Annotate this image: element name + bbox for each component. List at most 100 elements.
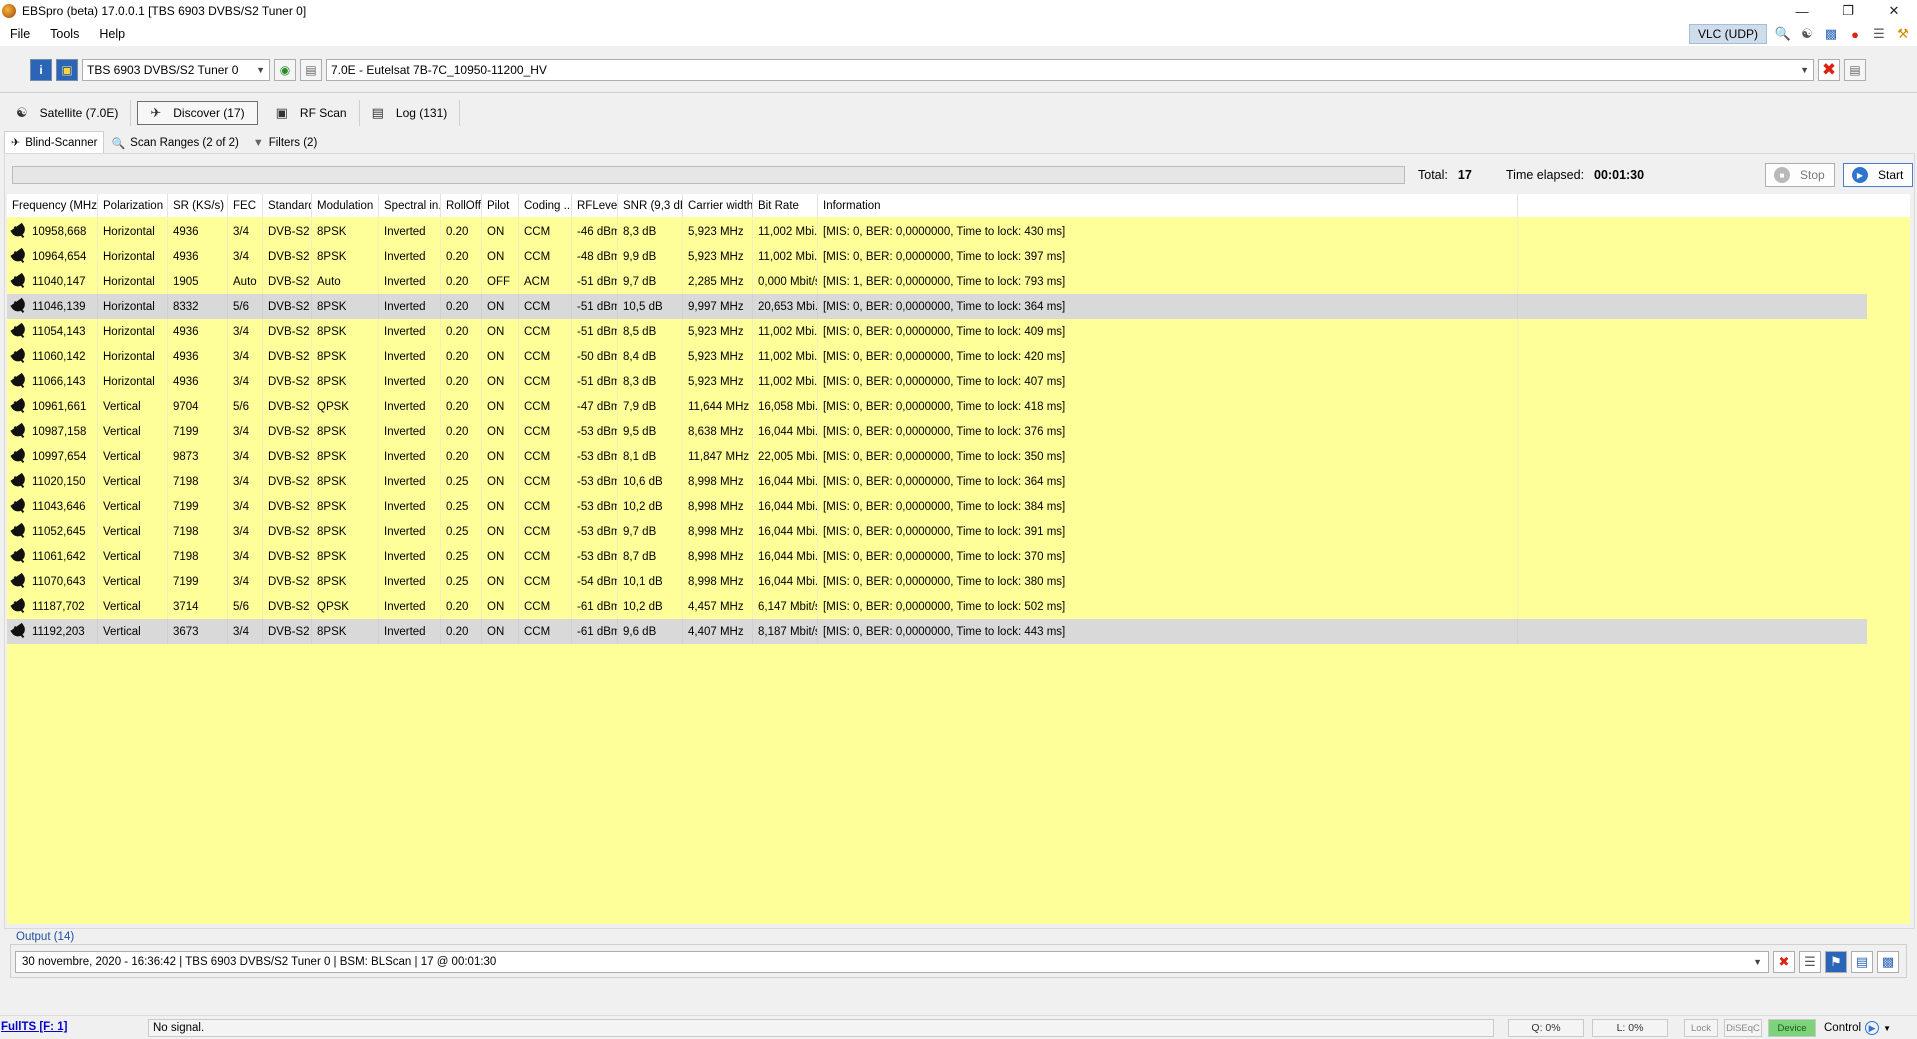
cell-pilot: ON (482, 469, 519, 494)
column-header-standard[interactable]: Standard (263, 194, 312, 217)
cell-fec: 3/4 (228, 244, 263, 269)
stop-button[interactable]: ■ Stop (1765, 163, 1835, 187)
export-icon[interactable]: ▩ (1877, 951, 1899, 973)
tuner-select[interactable]: TBS 6903 DVBS/S2 Tuner 0 ▼ (82, 59, 270, 81)
cell-information: [MIS: 0, BER: 0,0000000, Time to lock: 3… (818, 569, 1518, 594)
table-row[interactable]: 10961,661 Vertical 9704 5/6 DVB-S2 QPSK Invert… (7, 394, 1867, 419)
output-select[interactable]: 30 novembre, 2020 - 16:36:42 | TBS 6903 … (15, 951, 1769, 973)
table-row[interactable]: 11066,143 Horizontal 4936 3/4 DVB-S2 8PSK Inve… (7, 369, 1867, 394)
column-header-coding[interactable]: Coding ... (519, 194, 572, 217)
cell-snr: 9,9 dB (618, 244, 683, 269)
edit-icon[interactable]: ▤ (300, 59, 322, 81)
bar-chart-icon[interactable]: ▩ (1823, 26, 1839, 42)
table-row[interactable]: 11070,643 Vertical 7199 3/4 DVB-S2 8PSK Invert… (7, 569, 1867, 594)
table-row[interactable]: 11052,645 Vertical 7198 3/4 DVB-S2 8PSK Invert… (7, 519, 1867, 544)
cell-rf-level: -51 dBm (572, 269, 618, 294)
list-icon[interactable]: ☰ (1871, 26, 1887, 42)
cell-standard: DVB-S2 (263, 494, 312, 519)
record-icon[interactable]: ● (1847, 26, 1863, 42)
fullts-link[interactable]: FullTS [F: 1] (1, 1021, 67, 1033)
search-icon[interactable]: 🔍 (1775, 26, 1791, 42)
transponder-select[interactable]: 7.0E - Eutelsat 7B-7C_10950-11200_HV ▼ (326, 59, 1814, 81)
cell-pilot: ON (482, 494, 519, 519)
tab-satellite[interactable]: ☯ Satellite (7.0E) (4, 100, 132, 126)
vlc-udp-button[interactable]: VLC (UDP) (1688, 24, 1767, 44)
cell-frequency-value: 11046,139 (32, 300, 86, 313)
table-row[interactable]: 10997,654 Vertical 9873 3/4 DVB-S2 8PSK Invert… (7, 444, 1867, 469)
cell-pilot: ON (482, 344, 519, 369)
tab-filters[interactable]: ▼ Filters (2) (246, 133, 324, 153)
table-row[interactable]: 11020,150 Vertical 7198 3/4 DVB-S2 8PSK Invert… (7, 469, 1867, 494)
tab-scan-ranges[interactable]: 🔍 Scan Ranges (2 of 2) (104, 133, 245, 153)
table-row[interactable]: 11054,143 Horizontal 4936 3/4 DVB-S2 8PSK Inve… (7, 319, 1867, 344)
control-menu[interactable]: Control ▶ ▼ (1824, 1021, 1891, 1035)
satellite-icon[interactable]: ☯ (1799, 26, 1815, 42)
column-header-carrier-width[interactable]: Carrier width (683, 194, 753, 217)
save-icon[interactable]: ▤ (1851, 951, 1873, 973)
tab-rf-scan[interactable]: ▣ RF Scan (264, 100, 360, 126)
cell-frequency: 11070,643 (7, 569, 98, 594)
menu-tools[interactable]: Tools (40, 27, 89, 41)
cell-polarization: Horizontal (98, 244, 168, 269)
cell-spectral-inversion: Inverted (379, 244, 441, 269)
cell-symbol-rate: 7199 (168, 569, 228, 594)
save-icon[interactable]: ▤ (1844, 59, 1866, 81)
minimize-button[interactable]: — (1779, 0, 1825, 22)
column-header-snr[interactable]: SNR (9,3 dB) (618, 194, 683, 217)
column-header-symbol-rate[interactable]: SR (KS/s) (168, 194, 228, 217)
cell-fec: 3/4 (228, 494, 263, 519)
cell-rf-level: -50 dBm (572, 344, 618, 369)
close-window-button[interactable]: ✕ (1871, 0, 1917, 22)
tools-icon[interactable]: ⚒ (1895, 26, 1911, 42)
table-row[interactable]: 11040,147 Horizontal 1905 Auto DVB-S2 Auto Inv… (7, 269, 1867, 294)
lock-icon[interactable]: ▣ (56, 59, 78, 81)
tab-log[interactable]: ▤ Log (131) (360, 100, 461, 126)
cell-fec: 3/4 (228, 344, 263, 369)
table-row[interactable]: 11061,642 Vertical 7198 3/4 DVB-S2 8PSK Invert… (7, 544, 1867, 569)
table-row[interactable]: 10964,654 Horizontal 4936 3/4 DVB-S2 8PSK Inve… (7, 244, 1867, 269)
cell-information: [MIS: 1, BER: 0,0000000, Time to lock: 7… (818, 269, 1518, 294)
list-icon[interactable]: ☰ (1799, 951, 1821, 973)
column-header-modulation[interactable]: Modulation (312, 194, 379, 217)
add-transponder-icon[interactable]: ◉ (274, 59, 296, 81)
cell-snr: 8,7 dB (618, 544, 683, 569)
cell-information: [MIS: 0, BER: 0,0000000, Time to lock: 5… (818, 594, 1518, 619)
menu-help[interactable]: Help (89, 27, 135, 41)
column-header-polarization[interactable]: Polarization (98, 194, 168, 217)
column-header-rf-level[interactable]: RFLevel (572, 194, 618, 217)
column-header-spectral-inversion[interactable]: Spectral in... (379, 194, 441, 217)
table-row[interactable]: 11187,702 Vertical 3714 5/6 DVB-S2 QPSK Invert… (7, 594, 1867, 619)
tab-blind-scanner[interactable]: ✈ Blind-Scanner (4, 131, 105, 153)
chevron-down-icon: ▼ (1753, 957, 1762, 967)
cell-modulation: 8PSK (312, 319, 379, 344)
column-header-frequency[interactable]: Frequency (MHz) (7, 194, 98, 217)
tab-discover[interactable]: ✈ Discover (17) (137, 101, 258, 125)
flag-icon[interactable]: ⚑ (1825, 951, 1847, 973)
column-header-fec[interactable]: FEC (228, 194, 263, 217)
cell-carrier-width: 2,285 MHz (683, 269, 753, 294)
info-icon[interactable]: i (30, 59, 52, 81)
table-row[interactable]: 11060,142 Horizontal 4936 3/4 DVB-S2 8PSK Inve… (7, 344, 1867, 369)
table-row[interactable]: 10958,668 Horizontal 4936 3/4 DVB-S2 8PSK Inve… (7, 219, 1867, 244)
cell-coding: CCM (519, 594, 572, 619)
clear-icon[interactable]: ✖ (1818, 59, 1840, 81)
column-header-rolloff[interactable]: RollOff (441, 194, 482, 217)
menu-file[interactable]: File (0, 27, 40, 41)
table-row[interactable]: 11046,139 Horizontal 8332 5/6 DVB-S2 8PSK Inve… (7, 294, 1867, 319)
table-row[interactable]: 11192,203 Vertical 3673 3/4 DVB-S2 8PSK Invert… (7, 619, 1867, 644)
title-bar: EBSpro (beta) 17.0.0.1 [TBS 6903 DVBS/S2… (0, 0, 1917, 22)
table-row[interactable]: 10987,158 Vertical 7199 3/4 DVB-S2 8PSK Invert… (7, 419, 1867, 444)
cell-frequency-value: 11052,645 (32, 525, 86, 538)
cell-bit-rate: 20,653 Mbi... (753, 294, 818, 319)
clear-output-icon[interactable]: ✖ (1773, 951, 1795, 973)
cell-modulation: 8PSK (312, 444, 379, 469)
restore-button[interactable]: ❐ (1825, 0, 1871, 22)
output-group: 30 novembre, 2020 - 16:36:42 | TBS 6903 … (10, 944, 1907, 978)
column-header-bit-rate[interactable]: Bit Rate (753, 194, 818, 217)
column-header-information[interactable]: Information (818, 194, 1518, 217)
cell-symbol-rate: 3673 (168, 619, 228, 644)
table-row[interactable]: 11043,646 Vertical 7199 3/4 DVB-S2 8PSK Invert… (7, 494, 1867, 519)
cell-coding: CCM (519, 219, 572, 244)
column-header-pilot[interactable]: Pilot (482, 194, 519, 217)
start-button[interactable]: ▶ Start (1843, 163, 1913, 187)
